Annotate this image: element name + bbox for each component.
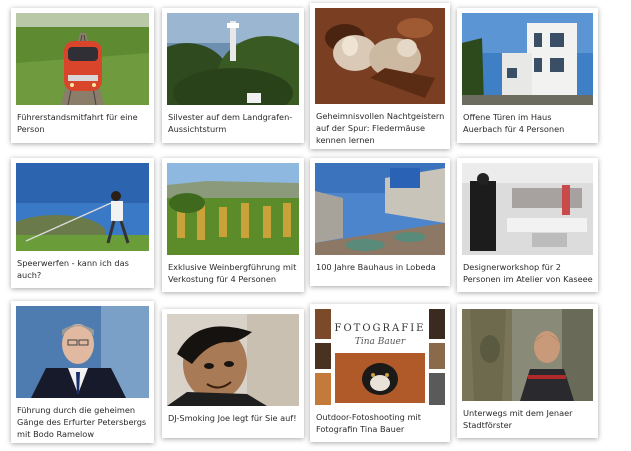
offer-card-train[interactable]: Führerstandsmitfahrt für eine Person — [11, 8, 154, 143]
bauhaus-photo[interactable] — [315, 163, 445, 255]
offer-caption: Designerworkshop für 2 Personen im Ateli… — [463, 262, 593, 284]
tower-photo[interactable] — [167, 13, 299, 105]
forester-photo[interactable] — [462, 309, 593, 401]
fotografie-name: Tina Bauer — [354, 337, 406, 347]
offer-card-bats[interactable]: Geheimnisvollen Nachtgeistern auf der Sp… — [310, 3, 450, 149]
portrait-photo[interactable] — [16, 306, 149, 398]
offer-card-portrait[interactable]: Führung durch die geheimen Gänge des Erf… — [11, 301, 154, 443]
offer-caption: 100 Jahre Bauhaus in Lobeda — [316, 262, 436, 272]
offer-caption: Speerwerfen - kann ich das auch? — [17, 258, 129, 280]
dj-photo[interactable] — [167, 314, 299, 406]
offer-card-tower[interactable]: Silvester auf dem Landgrafen-Aussichtstu… — [162, 8, 304, 143]
offer-caption: Geheimnisvollen Nachtgeistern auf der Sp… — [316, 111, 445, 145]
javelin-photo[interactable] — [16, 163, 149, 251]
bats-photo[interactable] — [315, 8, 445, 104]
house-photo[interactable] — [462, 13, 593, 105]
offer-card-vineyard[interactable]: Exklusive Weinbergführung mit Verkostung… — [162, 158, 304, 292]
offer-caption: Silvester auf dem Landgrafen-Aussichtstu… — [168, 112, 293, 134]
vineyard-photo[interactable] — [167, 163, 299, 255]
photography-photo[interactable]: FOTOGRAFIE Tina Bauer — [315, 309, 445, 405]
offer-card-bauhaus[interactable]: 100 Jahre Bauhaus in Lobeda — [310, 158, 450, 286]
train-photo[interactable] — [16, 13, 149, 105]
offer-caption: Führerstandsmitfahrt für eine Person — [17, 112, 138, 134]
offer-caption: Unterwegs mit dem Jenaer Stadtförster — [463, 408, 573, 430]
offer-card-forester[interactable]: Unterwegs mit dem Jenaer Stadtförster — [457, 304, 598, 438]
offer-caption: Führung durch die geheimen Gänge des Erf… — [17, 405, 147, 439]
offer-card-atelier[interactable]: Designerworkshop für 2 Personen im Ateli… — [457, 158, 598, 292]
offer-caption: Offene Türen im Haus Auerbach für 4 Pers… — [463, 112, 565, 134]
atelier-photo[interactable] — [462, 163, 593, 255]
offer-card-javelin[interactable]: Speerwerfen - kann ich das auch? — [11, 158, 154, 288]
offer-card-dj[interactable]: DJ-Smoking Joe legt für Sie auf! — [162, 309, 304, 438]
fotografie-title: FOTOGRAFIE — [334, 323, 426, 334]
offer-card-photography[interactable]: FOTOGRAFIE Tina Bauer Outdoor-Fotoshooti… — [310, 304, 450, 442]
offer-caption: Outdoor-Fotoshooting mit Fotografin Tina… — [316, 412, 421, 434]
offer-caption: DJ-Smoking Joe legt für Sie auf! — [168, 413, 297, 423]
offer-card-house[interactable]: Offene Türen im Haus Auerbach für 4 Pers… — [457, 8, 598, 143]
offer-caption: Exklusive Weinbergführung mit Verkostung… — [168, 262, 297, 284]
